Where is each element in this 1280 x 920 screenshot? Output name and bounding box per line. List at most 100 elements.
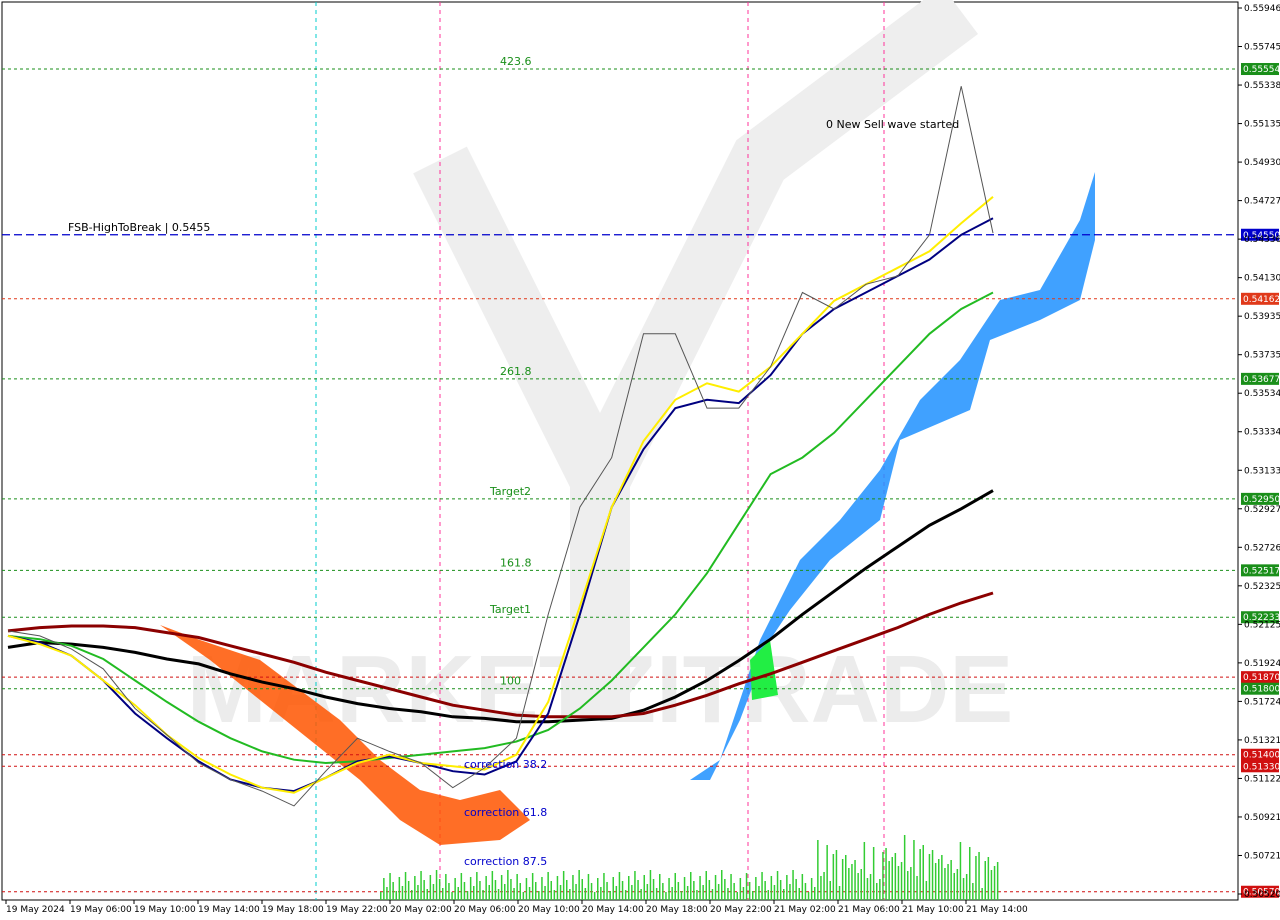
volume-bar bbox=[965, 874, 968, 900]
y-tick-label: 0.54930 bbox=[1244, 158, 1280, 168]
volume-bar bbox=[640, 889, 642, 900]
y-tick-label: 0.51724 bbox=[1244, 697, 1280, 707]
price-tag: 0.51800 bbox=[1241, 682, 1280, 695]
volume-bar bbox=[479, 881, 481, 900]
volume-bar bbox=[383, 878, 385, 900]
volume-bar bbox=[668, 878, 670, 900]
volume-bar bbox=[804, 883, 807, 900]
volume-bar bbox=[581, 879, 583, 900]
volume-bar bbox=[882, 852, 884, 900]
x-tick-label: 19 May 06:00 bbox=[70, 905, 132, 915]
volume-bar bbox=[401, 886, 404, 900]
volume-bar bbox=[386, 887, 388, 900]
y-tick-label: 0.54727 bbox=[1244, 197, 1280, 207]
price-tag-text: 0.54162 bbox=[1243, 295, 1280, 305]
volume-bar bbox=[786, 875, 788, 900]
volume-bar bbox=[835, 850, 838, 900]
price-tag: 0.55554 bbox=[1241, 63, 1280, 76]
volume-bar bbox=[457, 887, 459, 900]
volume-bar bbox=[417, 885, 419, 900]
y-tick-label: 0.53334 bbox=[1244, 428, 1280, 438]
level-label: 100 bbox=[500, 675, 521, 688]
x-tick-label: 20 May 14:00 bbox=[582, 905, 644, 915]
volume-bar bbox=[528, 887, 531, 900]
volume-bar bbox=[380, 892, 382, 900]
volume-bar bbox=[888, 861, 890, 900]
volume-bar bbox=[863, 842, 866, 900]
y-tick-label: 0.52726 bbox=[1244, 543, 1280, 553]
volume-bar bbox=[646, 884, 649, 900]
volume-bar bbox=[705, 871, 707, 900]
price-tag: 0.52950 bbox=[1241, 492, 1280, 505]
volume-bar bbox=[624, 890, 627, 900]
volume-bar bbox=[674, 873, 676, 900]
volume-bar bbox=[435, 870, 438, 900]
volume-bar bbox=[600, 887, 602, 900]
volume-bar bbox=[476, 872, 478, 900]
level-label: Target1 bbox=[489, 603, 531, 616]
volume-bar bbox=[690, 872, 692, 900]
volume-bar bbox=[445, 874, 447, 900]
volume-bar bbox=[497, 889, 500, 900]
volume-bar bbox=[841, 859, 844, 900]
volume-bar bbox=[553, 890, 556, 900]
volume-bar bbox=[851, 864, 853, 900]
x-tick-label: 20 May 10:00 bbox=[518, 905, 580, 915]
y-tick-label: 0.52125 bbox=[1244, 620, 1280, 630]
volume-bar bbox=[414, 876, 416, 900]
volume-bar bbox=[438, 879, 441, 900]
x-tick-label: 21 May 14:00 bbox=[966, 905, 1028, 915]
volume-bar bbox=[597, 878, 599, 900]
price-chart[interactable]: MARKETZITRADE423.60.55554FSB-HighToBreak… bbox=[0, 0, 1280, 920]
volume-bar bbox=[807, 892, 810, 900]
volume-bar bbox=[938, 859, 940, 900]
level-label: Target2 bbox=[489, 485, 531, 498]
volume-bar bbox=[550, 881, 552, 900]
price-tag: 0.51870 bbox=[1241, 671, 1280, 684]
price-tag: 0.51400 bbox=[1241, 748, 1280, 761]
volume-bar bbox=[488, 885, 490, 900]
volume-bar bbox=[903, 835, 906, 900]
volume-bar bbox=[922, 845, 924, 900]
volume-bar bbox=[764, 881, 766, 900]
volume-bar bbox=[730, 874, 732, 900]
volume-bar bbox=[544, 886, 546, 900]
volume-bar bbox=[463, 882, 466, 900]
volume-bar bbox=[516, 874, 518, 900]
volume-bar bbox=[665, 892, 667, 900]
volume-bar bbox=[615, 886, 618, 900]
y-tick-label: 0.50721 bbox=[1244, 851, 1280, 861]
y-tick-label: 0.54336 bbox=[1244, 235, 1280, 245]
volume-bar bbox=[513, 888, 515, 900]
volume-bar bbox=[944, 868, 946, 900]
volume-bar bbox=[928, 854, 931, 900]
price-tag-text: 0.55554 bbox=[1243, 65, 1280, 75]
volume-bar bbox=[866, 878, 869, 900]
y-tick-label: 0.51122 bbox=[1244, 774, 1280, 784]
volume-bar bbox=[522, 892, 525, 900]
volume-bar bbox=[556, 876, 559, 900]
volume-bar bbox=[680, 891, 683, 900]
level-label: 161.8 bbox=[500, 556, 532, 569]
volume-bar bbox=[655, 888, 658, 900]
volume-bar bbox=[916, 876, 918, 900]
volume-bar bbox=[934, 863, 937, 900]
volume-bar bbox=[631, 885, 633, 900]
volume-bar bbox=[525, 878, 528, 900]
volume-bar bbox=[702, 885, 704, 900]
x-tick-label: 20 May 22:00 bbox=[710, 905, 772, 915]
level-label: FSB-HighToBreak | 0.5455 bbox=[68, 221, 210, 234]
volume-bar bbox=[686, 886, 689, 900]
volume-bar bbox=[494, 880, 497, 900]
volume-bar bbox=[420, 871, 422, 900]
volume-bar bbox=[897, 866, 900, 900]
volume-bar bbox=[984, 861, 986, 900]
price-tag-text: 0.51870 bbox=[1243, 673, 1280, 683]
volume-bar bbox=[832, 854, 835, 900]
volume-bar bbox=[736, 892, 738, 900]
volume-bar bbox=[398, 877, 401, 900]
volume-bar bbox=[748, 882, 751, 900]
volume-bar bbox=[947, 864, 949, 900]
volume-bar bbox=[696, 890, 698, 900]
y-tick-label: 0.51924 bbox=[1244, 659, 1280, 669]
